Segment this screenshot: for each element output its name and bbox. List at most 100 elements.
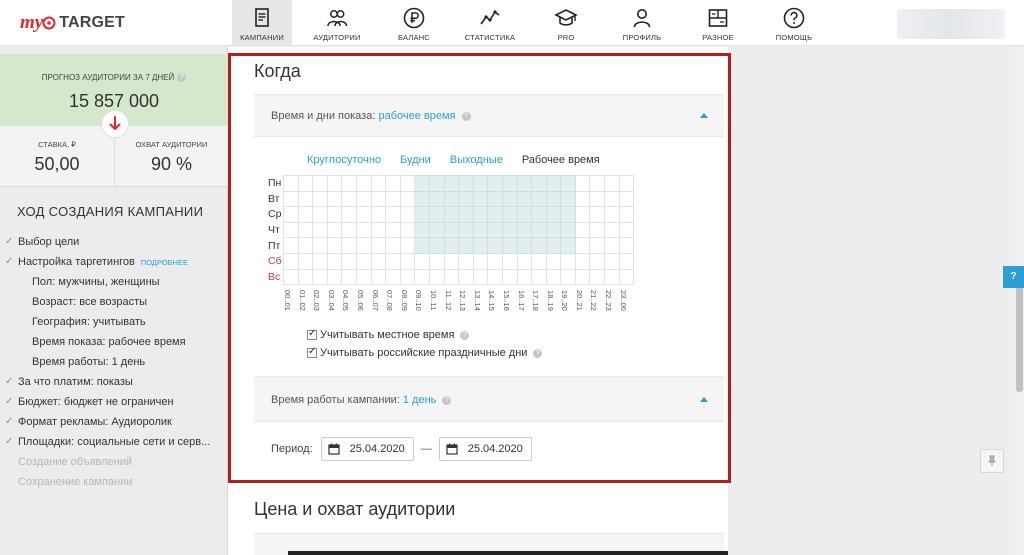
targeting-details-link[interactable]: ПОДРОБНЕЕ (141, 258, 188, 267)
side-help-button[interactable]: ? (1003, 266, 1024, 288)
schedule-cell[interactable] (414, 268, 430, 286)
schedule-cell[interactable] (399, 252, 416, 270)
schedule-cell[interactable] (545, 206, 562, 223)
schedule-cell[interactable] (326, 206, 343, 223)
nav-item-6[interactable]: РАЗНОЕ (686, 0, 750, 46)
date-to-input[interactable]: 25.04.2020 (438, 437, 532, 461)
schedule-cell[interactable] (443, 190, 460, 208)
schedule-cell[interactable] (589, 190, 606, 208)
date-from-input[interactable]: 25.04.2020 (320, 437, 414, 461)
schedule-cell[interactable] (283, 190, 299, 208)
schedule-cell[interactable] (589, 175, 606, 192)
schedule-cell[interactable] (574, 221, 591, 239)
duration-panel-header[interactable]: Время работы кампании: 1 день ? (254, 376, 724, 422)
schedule-cell[interactable] (326, 221, 343, 239)
schedule-cell[interactable] (589, 206, 606, 223)
schedule-cell[interactable] (385, 175, 401, 192)
schedule-cell[interactable] (341, 237, 357, 254)
schedule-cell[interactable] (604, 190, 620, 208)
nav-item-3[interactable]: СТАТИСТИКА (446, 0, 534, 46)
schedule-cell[interactable] (531, 190, 547, 208)
campaign-step[interactable]: География: учитывать (0, 312, 228, 332)
campaign-step[interactable]: ✓ Выбор цели (0, 232, 228, 252)
schedule-cell[interactable] (487, 175, 503, 192)
schedule-cell[interactable] (428, 221, 445, 239)
schedule-cell[interactable] (501, 268, 518, 286)
schedule-cell[interactable] (458, 221, 474, 239)
schedule-cell[interactable] (472, 237, 489, 254)
schedule-cell[interactable] (428, 268, 445, 286)
schedule-cell[interactable] (472, 268, 489, 286)
schedule-tab-2[interactable]: Выходные (450, 154, 503, 166)
schedule-cell[interactable] (487, 268, 503, 286)
schedule-grid[interactable] (283, 175, 635, 286)
schedule-cell[interactable] (604, 206, 620, 223)
schedule-cell[interactable] (414, 237, 430, 254)
schedule-cell[interactable] (574, 175, 591, 192)
schedule-cell[interactable] (326, 268, 343, 286)
schedule-cell[interactable] (516, 252, 533, 270)
schedule-cell[interactable] (370, 221, 387, 239)
schedule-cell[interactable] (443, 252, 460, 270)
forecast-help-icon[interactable]: ? (177, 73, 187, 83)
holidays-option[interactable]: Учитывать российские праздничные дни ? (307, 346, 543, 359)
schedule-cell[interactable] (545, 252, 562, 270)
schedule-cell[interactable] (531, 268, 547, 286)
local-time-checkbox[interactable] (307, 328, 317, 340)
schedule-cell[interactable] (458, 206, 474, 223)
schedule-cell[interactable] (355, 206, 372, 223)
nav-item-5[interactable]: ПРОФИЛЬ (598, 0, 686, 46)
schedule-cell[interactable] (618, 252, 635, 270)
holidays-checkbox[interactable] (307, 346, 317, 358)
schedule-cell[interactable] (355, 190, 372, 208)
schedule-cell[interactable] (443, 221, 460, 239)
schedule-tab-1[interactable]: Будни (400, 154, 431, 166)
schedule-cell[interactable] (443, 206, 460, 223)
schedule-cell[interactable] (545, 268, 562, 286)
schedule-cell[interactable] (341, 206, 357, 223)
schedule-cell[interactable] (312, 175, 328, 192)
schedule-cell[interactable] (399, 268, 416, 286)
schedule-cell[interactable] (370, 237, 387, 254)
schedule-panel-header[interactable]: Время и дни показа: рабочее время ? (254, 94, 724, 137)
schedule-cell[interactable] (283, 221, 299, 239)
duration-help-icon[interactable]: ? (442, 395, 452, 405)
schedule-cell[interactable] (458, 268, 474, 286)
schedule-cell[interactable] (618, 221, 635, 239)
schedule-cell[interactable] (487, 190, 503, 208)
schedule-cell[interactable] (560, 190, 576, 208)
schedule-cell[interactable] (341, 190, 357, 208)
schedule-cell[interactable] (370, 175, 387, 192)
schedule-cell[interactable] (574, 252, 591, 270)
campaign-step[interactable]: ✓ Формат рекламы: Аудиоролик (0, 412, 228, 432)
schedule-cell[interactable] (458, 252, 474, 270)
schedule-cell[interactable] (604, 268, 620, 286)
schedule-cell[interactable] (618, 268, 635, 286)
schedule-cell[interactable] (312, 221, 328, 239)
schedule-cell[interactable] (472, 221, 489, 239)
schedule-cell[interactable] (399, 175, 416, 192)
campaign-step[interactable]: Время работы: 1 день (0, 352, 228, 372)
schedule-cell[interactable] (531, 252, 547, 270)
nav-item-7[interactable]: ПОМОЩЬ (750, 0, 838, 46)
schedule-cell[interactable] (531, 221, 547, 239)
schedule-cell[interactable] (428, 175, 445, 192)
campaign-step[interactable]: Создание объявлений (0, 452, 228, 472)
schedule-cell[interactable] (501, 237, 518, 254)
local-time-option[interactable]: Учитывать местное время ? (307, 328, 470, 341)
schedule-cell[interactable] (560, 268, 576, 286)
schedule-cell[interactable] (604, 175, 620, 192)
schedule-cell[interactable] (341, 175, 357, 192)
schedule-cell[interactable] (312, 206, 328, 223)
campaign-step[interactable]: Возраст: все возрасты (0, 292, 228, 312)
schedule-cell[interactable] (326, 190, 343, 208)
schedule-cell[interactable] (618, 175, 635, 192)
schedule-cell[interactable] (297, 175, 314, 192)
schedule-cell[interactable] (297, 268, 314, 286)
schedule-cell[interactable] (428, 206, 445, 223)
schedule-cell[interactable] (574, 268, 591, 286)
schedule-cell[interactable] (355, 237, 372, 254)
schedule-cell[interactable] (283, 268, 299, 286)
schedule-cell[interactable] (326, 237, 343, 254)
schedule-cell[interactable] (385, 190, 401, 208)
